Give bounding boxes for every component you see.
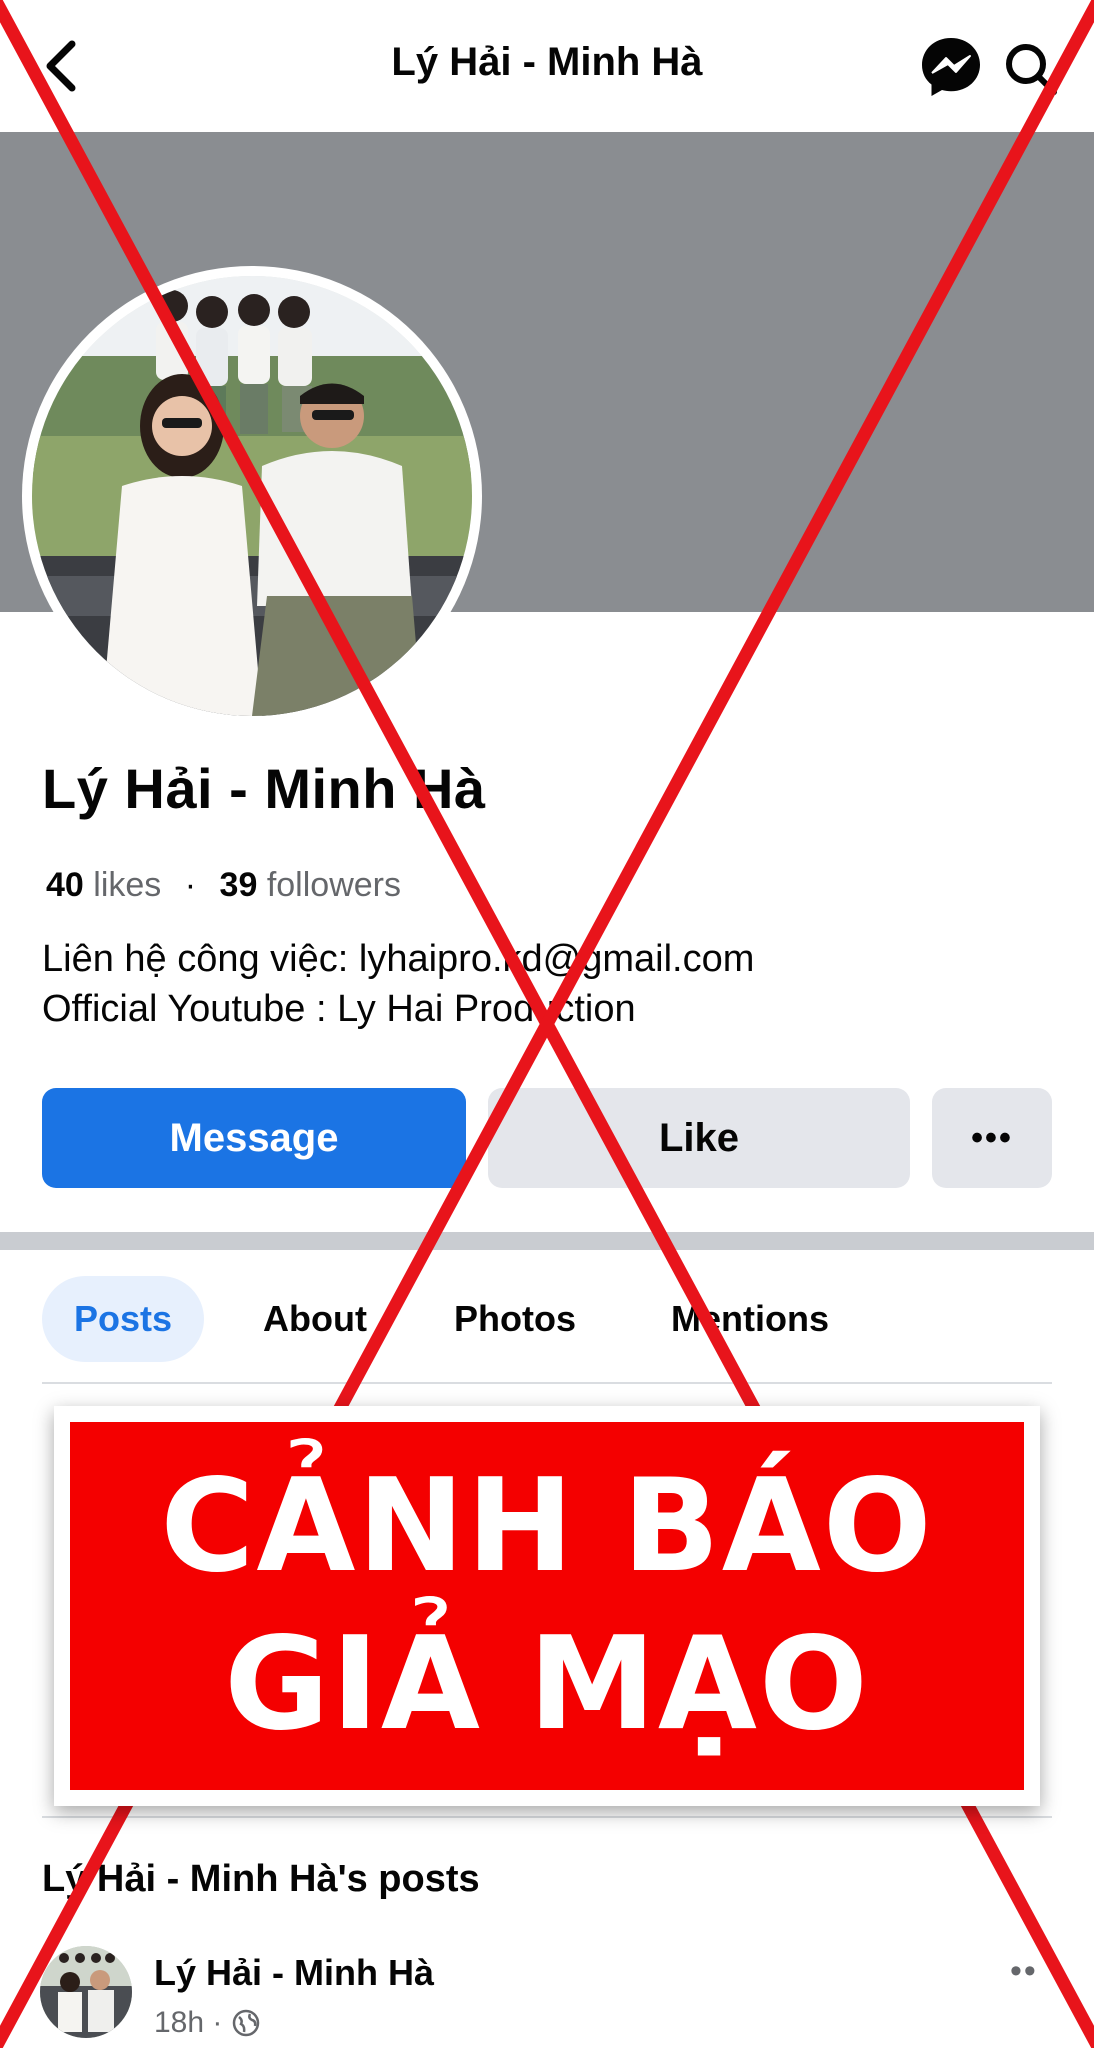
profile-bio: Liên hệ công việc: lyhaipro.kd@gmail.com…: [42, 934, 754, 1034]
globe-icon: [232, 2009, 259, 2037]
post-avatar-photo: [40, 1946, 132, 2038]
post-author-avatar[interactable]: [40, 1946, 132, 2038]
profile-name: Lý Hải - Minh Hà: [42, 757, 486, 820]
messenger-icon[interactable]: [918, 34, 984, 100]
top-bar: Lý Hải - Minh Hà: [0, 0, 1094, 132]
stats-separator: ·: [184, 866, 197, 904]
tab-photos[interactable]: Photos: [440, 1276, 590, 1362]
avatar-photo: [32, 276, 472, 716]
likes-count: 40: [46, 866, 84, 904]
tab-mentions[interactable]: Mentions: [660, 1276, 840, 1362]
message-button[interactable]: Message: [42, 1088, 466, 1188]
tab-about[interactable]: About: [250, 1276, 380, 1362]
profile-avatar[interactable]: [22, 266, 482, 726]
search-icon[interactable]: [1000, 38, 1060, 98]
fake-warning-banner: CẢNH BÁO GIẢ MẠO: [54, 1406, 1040, 1806]
posts-divider: [42, 1816, 1052, 1818]
likes-label: likes: [93, 866, 162, 904]
post-timestamp: 18h ·: [154, 2006, 261, 2040]
followers-count: 39: [219, 866, 258, 904]
like-button[interactable]: Like: [488, 1088, 910, 1188]
tabs-divider: [42, 1382, 1052, 1384]
tab-posts[interactable]: Posts: [42, 1276, 204, 1362]
bio-contact: Liên hệ công việc: lyhaipro.kd@gmail.com: [42, 938, 755, 980]
followers-label: followers: [266, 866, 401, 904]
more-options-button[interactable]: •••: [932, 1088, 1052, 1188]
posts-section-title: Lý Hải - Minh Hà's posts: [42, 1858, 480, 1900]
warning-text-line-2: GIẢ MẠO: [224, 1610, 870, 1759]
warning-text-line-1: CẢNH BÁO: [160, 1452, 934, 1601]
warning-box: CẢNH BÁO GIẢ MẠO: [70, 1422, 1024, 1790]
post-more-button[interactable]: ••: [1010, 1952, 1038, 1991]
profile-stats: 40 likes · 39 followers: [46, 866, 401, 905]
section-divider: [0, 1232, 1094, 1250]
bio-youtube: Official Youtube : Ly Hai Production: [42, 988, 636, 1030]
post-time-text: 18h ·: [154, 2006, 223, 2039]
post-author-name[interactable]: Lý Hải - Minh Hà: [154, 1952, 434, 1994]
